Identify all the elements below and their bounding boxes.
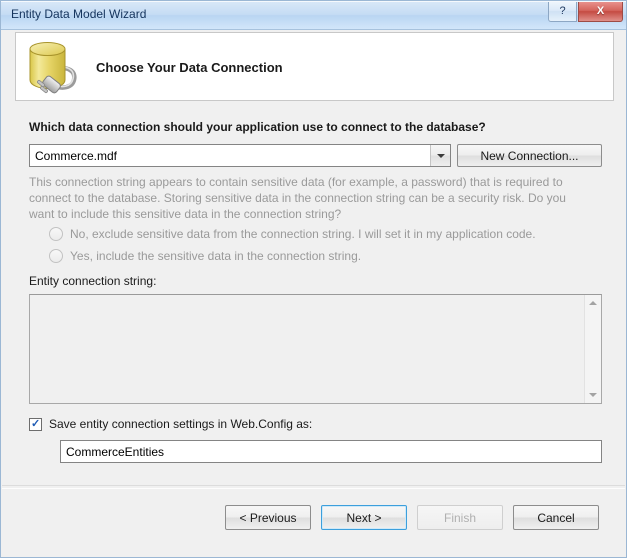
data-connection-value: Commerce.mdf (35, 148, 118, 163)
scroll-down-arrow-icon[interactable] (585, 387, 601, 403)
page-title: Choose Your Data Connection (96, 60, 283, 75)
textarea-scrollbar[interactable] (584, 295, 601, 403)
help-button[interactable]: ? (548, 2, 577, 22)
finish-button: Finish (417, 505, 503, 530)
window-title: Entity Data Model Wizard (11, 7, 147, 21)
close-button[interactable]: X (578, 2, 623, 22)
header-banner: Choose Your Data Connection (15, 32, 614, 101)
entity-connection-string-label: Entity connection string: (29, 274, 157, 288)
close-icon: X (596, 5, 605, 17)
radio-include-sensitive-data[interactable]: Yes, include the sensitive data in the c… (49, 249, 361, 263)
titlebar-highlight (1, 1, 626, 2)
radio-include-label: Yes, include the sensitive data in the c… (70, 249, 362, 263)
connection-settings-name-input[interactable] (60, 440, 602, 463)
scroll-up-arrow-icon[interactable] (585, 295, 601, 311)
window-controls: ? X (548, 2, 623, 22)
checkmark-icon: ✓ (31, 417, 41, 430)
title-bar: Entity Data Model Wizard ? X (1, 1, 626, 30)
save-settings-label: Save entity connection settings in Web.C… (49, 417, 313, 431)
save-settings-checkbox-row[interactable]: ✓ Save entity connection settings in Web… (29, 417, 312, 431)
dialog-body: Which data connection should your applic… (2, 101, 625, 556)
question-label: Which data connection should your applic… (29, 120, 486, 134)
radio-button-icon (49, 227, 63, 241)
radio-exclude-label: No, exclude sensitive data from the conn… (70, 227, 536, 241)
database-connection-icon (29, 42, 77, 94)
cancel-button[interactable]: Cancel (513, 505, 599, 530)
entity-connection-string-textarea[interactable] (29, 294, 602, 404)
footer-button-bar: < Previous Next > Finish Cancel (225, 505, 599, 530)
new-connection-button[interactable]: New Connection... (457, 144, 602, 167)
save-settings-checkbox[interactable]: ✓ (29, 417, 42, 431)
combobox-dropdown-button[interactable] (430, 145, 450, 166)
data-connection-combobox[interactable]: Commerce.mdf (29, 144, 451, 167)
sensitive-data-note: This connection string appears to contai… (29, 175, 566, 221)
entity-data-model-wizard-window: Entity Data Model Wizard ? X Choose Your… (0, 0, 627, 558)
radio-button-icon (49, 249, 63, 263)
next-button[interactable]: Next > (321, 505, 407, 530)
chevron-down-icon (436, 153, 445, 158)
footer-separator (2, 485, 625, 489)
radio-exclude-sensitive-data[interactable]: No, exclude sensitive data from the conn… (49, 227, 536, 241)
previous-button[interactable]: < Previous (225, 505, 311, 530)
help-icon: ? (559, 5, 566, 17)
